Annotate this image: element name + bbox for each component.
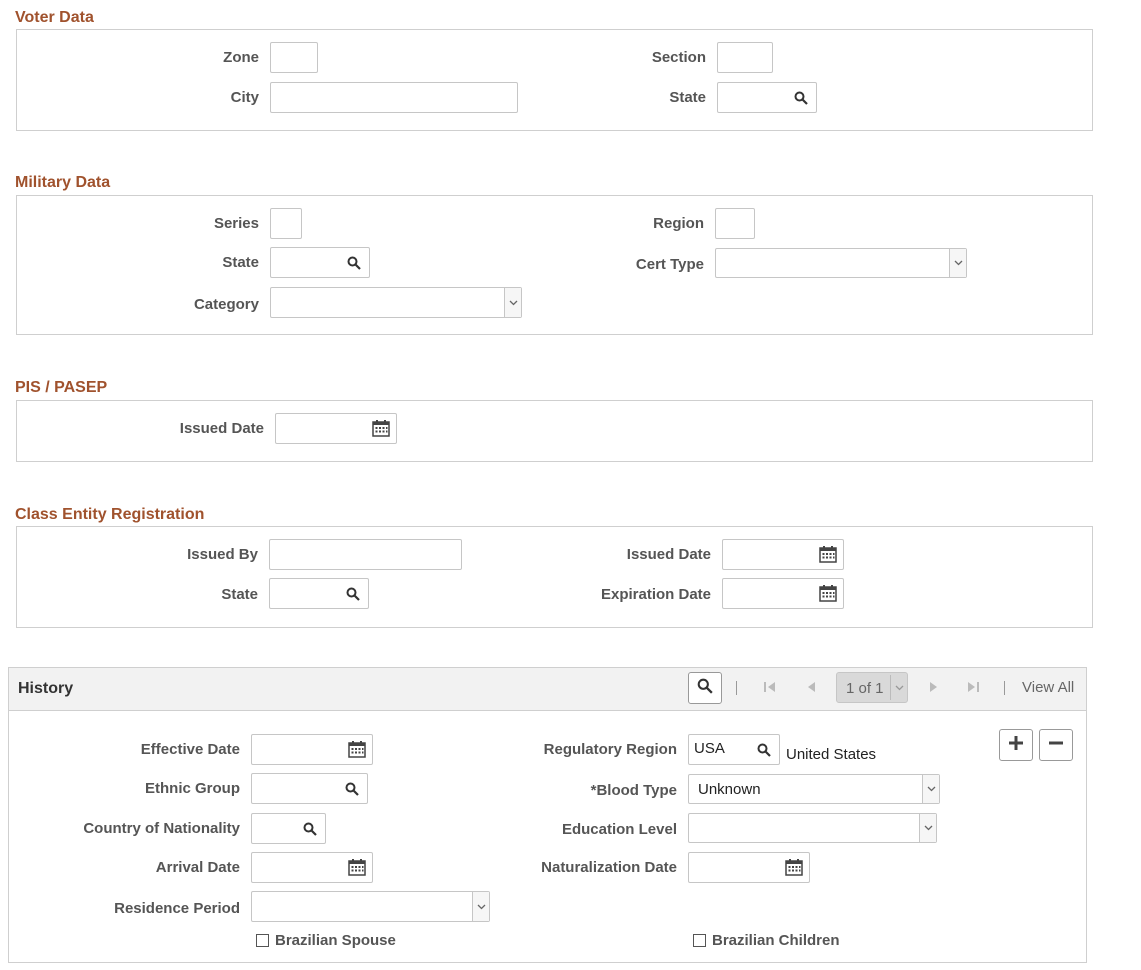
chevron-down-icon[interactable] — [922, 775, 939, 803]
arrival-date-input[interactable] — [251, 852, 373, 883]
class-issued-date-label: Issued Date — [626, 546, 711, 563]
country-of-nationality-label: Country of Nationality — [83, 820, 240, 837]
brazilian-spouse-checkbox[interactable] — [256, 934, 269, 947]
page-indicator: 1 of 1 — [846, 680, 884, 697]
history-title: History — [18, 680, 74, 697]
arrival-date-label: Arrival Date — [155, 859, 240, 876]
brazilian-spouse-label: Brazilian Spouse — [275, 932, 396, 949]
chevron-down-icon[interactable] — [504, 288, 521, 317]
issued-by-input[interactable] — [269, 539, 462, 570]
series-input[interactable] — [270, 208, 302, 239]
brazilian-children-label: Brazilian Children — [712, 932, 840, 949]
chevron-down-icon[interactable] — [919, 814, 936, 842]
nav-separator — [1004, 681, 1005, 695]
brazilian-children-checkbox[interactable] — [693, 934, 706, 947]
expiration-date-label: Expiration Date — [600, 586, 711, 603]
city-input[interactable] — [270, 82, 518, 113]
regulatory-region-value: USA — [694, 740, 725, 757]
category-label: Category — [193, 296, 259, 313]
region-label: Region — [653, 215, 704, 232]
delete-row-button[interactable] — [1039, 729, 1073, 761]
city-label: City — [230, 89, 259, 106]
country-of-nationality-input[interactable] — [251, 813, 326, 844]
search-icon — [697, 678, 713, 699]
section-label: Section — [651, 49, 706, 66]
class-entity-title: Class Entity Registration — [15, 506, 205, 523]
blood-type-value: Unknown — [698, 781, 761, 798]
calendar-icon[interactable] — [819, 585, 837, 603]
regulatory-region-description: United States — [786, 746, 877, 763]
next-page-icon[interactable] — [928, 680, 940, 699]
calendar-icon[interactable] — [348, 859, 366, 877]
history-header — [8, 667, 1087, 711]
issued-by-label: Issued By — [187, 546, 258, 563]
pis-pasep-title: PIS / PASEP — [15, 379, 108, 396]
search-icon[interactable] — [345, 254, 363, 272]
page-selector[interactable]: 1 of 1 — [836, 672, 908, 703]
blood-type-select[interactable]: Unknown — [688, 774, 940, 804]
search-icon[interactable] — [343, 780, 361, 798]
education-level-label: Education Level — [561, 821, 677, 838]
section-input[interactable] — [717, 42, 773, 73]
naturalization-date-label: Naturalization Date — [541, 859, 677, 876]
calendar-icon[interactable] — [372, 420, 390, 438]
chevron-down-icon[interactable] — [472, 892, 489, 921]
regulatory-region-label: Regulatory Region — [543, 741, 677, 758]
effective-date-input[interactable] — [251, 734, 373, 765]
zone-input[interactable] — [270, 42, 318, 73]
view-all-link[interactable]: View All — [1022, 679, 1074, 696]
residence-period-label: Residence Period — [114, 900, 240, 917]
voter-state-input[interactable] — [717, 82, 817, 113]
previous-page-icon[interactable] — [805, 680, 817, 699]
region-input[interactable] — [715, 208, 755, 239]
nav-separator — [736, 681, 737, 695]
military-state-input[interactable] — [270, 247, 370, 278]
class-state-input[interactable] — [269, 578, 369, 609]
class-entity-group — [16, 526, 1093, 628]
search-icon[interactable] — [792, 89, 810, 107]
category-select[interactable] — [270, 287, 522, 318]
calendar-icon[interactable] — [785, 859, 803, 877]
plus-icon — [1008, 735, 1024, 756]
ethnic-group-label: Ethnic Group — [145, 780, 240, 797]
naturalization-date-input[interactable] — [688, 852, 810, 883]
residence-period-select[interactable] — [251, 891, 490, 922]
search-icon[interactable] — [301, 820, 319, 838]
voter-data-title: Voter Data — [15, 9, 94, 26]
cert-type-select[interactable] — [715, 248, 967, 278]
pis-pasep-group — [16, 400, 1093, 462]
voter-state-label: State — [669, 89, 706, 106]
calendar-icon[interactable] — [819, 546, 837, 564]
last-page-icon[interactable] — [966, 680, 980, 699]
effective-date-label: Effective Date — [140, 741, 240, 758]
military-state-label: State — [222, 254, 259, 271]
chevron-down-icon[interactable] — [890, 675, 907, 700]
expiration-date-input[interactable] — [722, 578, 844, 609]
minus-icon — [1048, 735, 1064, 756]
add-row-button[interactable] — [999, 729, 1033, 761]
search-icon[interactable] — [755, 741, 773, 759]
voter-data-group — [16, 29, 1093, 131]
class-state-label: State — [221, 586, 258, 603]
blood-type-label: *Blood Type — [590, 782, 677, 799]
pis-issued-date-input[interactable] — [275, 413, 397, 444]
calendar-icon[interactable] — [348, 741, 366, 759]
zone-label: Zone — [223, 49, 259, 66]
series-label: Series — [213, 215, 259, 232]
pis-issued-date-label: Issued Date — [179, 420, 264, 437]
history-search-button[interactable] — [688, 672, 722, 704]
cert-type-label: Cert Type — [635, 256, 704, 273]
ethnic-group-input[interactable] — [251, 773, 368, 804]
military-data-title: Military Data — [15, 174, 111, 191]
first-page-icon[interactable] — [763, 680, 777, 699]
education-level-select[interactable] — [688, 813, 937, 843]
regulatory-region-input[interactable]: USA — [688, 734, 780, 765]
class-issued-date-input[interactable] — [722, 539, 844, 570]
chevron-down-icon[interactable] — [949, 249, 966, 277]
search-icon[interactable] — [344, 585, 362, 603]
